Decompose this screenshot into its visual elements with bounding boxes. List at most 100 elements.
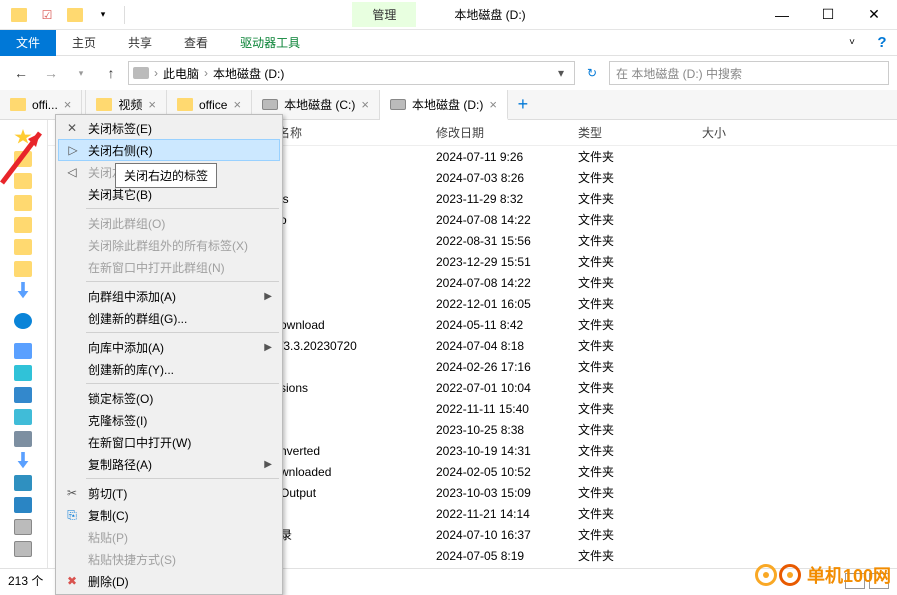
menu-label: 创建新的群组(G)... xyxy=(88,310,187,327)
ribbon-home[interactable]: 主页 xyxy=(56,30,112,55)
menu-item[interactable]: 在新窗口中打开(W) xyxy=(58,431,280,453)
menu-item: 在新窗口中打开此群组(N) xyxy=(58,256,280,278)
sidebar-drive-d[interactable] xyxy=(0,538,47,560)
maximize-button[interactable]: ☐ xyxy=(805,0,851,30)
tab-close-icon[interactable]: × xyxy=(489,97,497,112)
tab-close-icon[interactable]: × xyxy=(64,97,72,112)
qat-dropdown[interactable]: ▾ xyxy=(92,4,114,26)
ribbon-share[interactable]: 共享 xyxy=(112,30,168,55)
menu-item[interactable]: 克隆标签(I) xyxy=(58,409,280,431)
nav-history-dropdown[interactable]: ▾ xyxy=(68,60,94,86)
col-size[interactable]: 大小 xyxy=(702,124,897,141)
tab-close-icon[interactable]: × xyxy=(148,97,156,112)
ribbon-collapse-icon[interactable]: ˅ xyxy=(837,37,867,48)
col-type[interactable]: 类型 xyxy=(578,124,702,141)
file-type: 文件夹 xyxy=(578,484,702,501)
sidebar-onedrive[interactable] xyxy=(0,310,47,332)
refresh-button[interactable]: ↻ xyxy=(579,66,605,80)
search-input[interactable]: 在 本地磁盘 (D:) 中搜索 xyxy=(609,61,889,85)
folder-icon xyxy=(10,98,26,111)
chevron-right-icon[interactable]: › xyxy=(201,66,211,80)
minimize-button[interactable]: — xyxy=(759,0,805,30)
breadcrumb-pc[interactable]: 此电脑 xyxy=(163,65,199,82)
menu-item[interactable]: ✖删除(D) xyxy=(58,570,280,592)
sidebar-drive-c[interactable] xyxy=(0,516,47,538)
drive-icon xyxy=(390,99,406,110)
menu-label: 关闭此群组(O) xyxy=(88,215,165,232)
menu-item[interactable]: 创建新的群组(G)... xyxy=(58,307,280,329)
menu-label: 关闭其它(B) xyxy=(88,186,152,203)
sidebar-downloads[interactable] xyxy=(0,450,47,472)
menu-item[interactable]: 锁定标签(O) xyxy=(58,387,280,409)
sidebar-3d-objects[interactable] xyxy=(0,362,47,384)
file-type: 文件夹 xyxy=(578,148,702,165)
file-date: 2023-10-03 15:09 xyxy=(436,486,578,500)
menu-item[interactable]: ▷关闭右侧(R) xyxy=(58,139,280,161)
file-type: 文件夹 xyxy=(578,295,702,312)
sidebar-this-pc[interactable] xyxy=(0,340,47,362)
menu-label: 锁定标签(O) xyxy=(88,390,153,407)
file-date: 2024-02-05 10:52 xyxy=(436,465,578,479)
sidebar-folder[interactable] xyxy=(0,236,47,258)
sidebar-folder[interactable] xyxy=(0,214,47,236)
tab-close-icon[interactable]: × xyxy=(233,97,241,112)
menu-item[interactable]: ✂剪切(T) xyxy=(58,482,280,504)
menu-label: 粘贴(P) xyxy=(88,529,128,546)
nav-back-button[interactable]: ← xyxy=(8,60,34,86)
ribbon-drive-tools[interactable]: 驱动器工具 xyxy=(224,30,316,55)
watermark: 单机100网 xyxy=(755,562,891,588)
submenu-arrow-icon: ▶ xyxy=(264,459,272,470)
qat-folder-icon[interactable] xyxy=(64,4,86,26)
col-date[interactable]: 修改日期 xyxy=(436,124,578,141)
file-type: 文件夹 xyxy=(578,463,702,480)
menu-item[interactable]: 向群组中添加(A)▶ xyxy=(58,285,280,307)
copy-icon: ⎘ xyxy=(64,507,80,523)
sidebar-pictures[interactable] xyxy=(0,406,47,428)
menu-item[interactable]: ⎘复制(C) xyxy=(58,504,280,526)
app-icon[interactable] xyxy=(8,4,30,26)
ribbon-file[interactable]: 文件 xyxy=(0,30,56,56)
nav-up-button[interactable]: ↑ xyxy=(98,60,124,86)
sidebar-folder[interactable] xyxy=(0,258,47,280)
cut-icon: ✂ xyxy=(64,485,80,501)
sidebar-documents[interactable] xyxy=(0,428,47,450)
menu-item: 关闭此群组(O) xyxy=(58,212,280,234)
sidebar-downloads[interactable] xyxy=(0,280,47,302)
title-bar: ☑ ▾ 管理 本地磁盘 (D:) — ☐ ✕ xyxy=(0,0,897,30)
new-tab-button[interactable]: + xyxy=(508,90,538,119)
drive-icon xyxy=(262,99,278,110)
menu-label: 复制路径(A) xyxy=(88,456,152,473)
tab[interactable]: 本地磁盘 (D:) × xyxy=(380,90,508,120)
nav-sidebar xyxy=(0,120,48,570)
menu-item[interactable]: 向库中添加(A)▶ xyxy=(58,336,280,358)
sidebar-desktop[interactable] xyxy=(0,494,47,516)
menu-label: 向群组中添加(A) xyxy=(88,288,176,305)
menu-item[interactable]: 创建新的库(Y)... xyxy=(58,358,280,380)
sidebar-folder[interactable] xyxy=(0,192,47,214)
tab-label: 本地磁盘 (D:) xyxy=(412,96,483,113)
close-button[interactable]: ✕ xyxy=(851,0,897,30)
tab-close-icon[interactable]: × xyxy=(361,97,369,112)
file-date: 2024-07-08 14:22 xyxy=(436,276,578,290)
address-bar[interactable]: › 此电脑 › 本地磁盘 (D:) ▾ xyxy=(128,61,575,85)
menu-label: 粘贴快捷方式(S) xyxy=(88,551,176,568)
folder-icon xyxy=(96,98,112,111)
file-date: 2024-07-03 8:26 xyxy=(436,171,578,185)
breadcrumb-drive[interactable]: 本地磁盘 (D:) xyxy=(213,65,284,82)
qat-check-icon[interactable]: ☑ xyxy=(36,4,58,26)
tab-label: 本地磁盘 (C:) xyxy=(284,96,355,113)
ribbon-context-tab[interactable]: 管理 xyxy=(352,2,416,27)
help-icon[interactable]: ? xyxy=(867,34,897,51)
sidebar-music[interactable] xyxy=(0,472,47,494)
ltab-icon: ◁ xyxy=(64,164,80,180)
menu-item[interactable]: 复制路径(A) ▶ xyxy=(58,453,280,475)
menu-label: 创建新的库(Y)... xyxy=(88,361,174,378)
address-dropdown[interactable]: ▾ xyxy=(552,66,570,80)
sidebar-videos[interactable] xyxy=(0,384,47,406)
chevron-right-icon[interactable]: › xyxy=(151,66,161,80)
nav-forward-button[interactable]: → xyxy=(38,60,64,86)
file-type: 文件夹 xyxy=(578,316,702,333)
ribbon-view[interactable]: 查看 xyxy=(168,30,224,55)
drive-icon xyxy=(133,67,149,79)
menu-item[interactable]: ✕关闭标签(E) xyxy=(58,117,280,139)
